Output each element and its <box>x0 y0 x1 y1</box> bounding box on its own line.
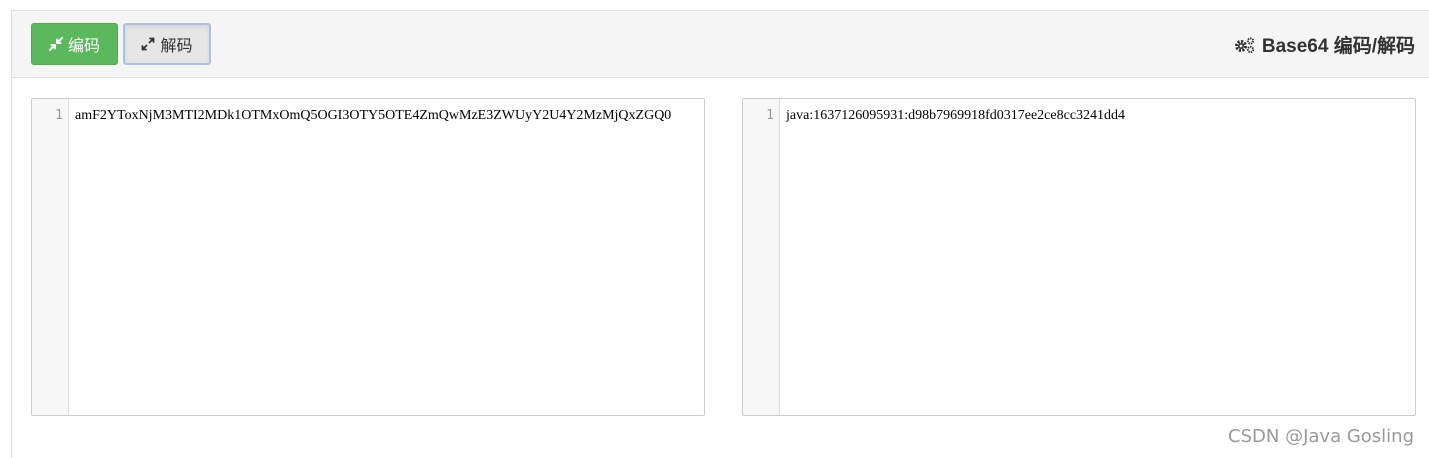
panel-heading: 编码 解码 Base64 编码/解码 <box>12 11 1429 78</box>
input-editor[interactable]: 1 amF2YToxNjM3MTI2MDk1OTMxOmQ5OGI3OTY5OT… <box>31 98 705 416</box>
line-gutter: 1 <box>32 99 69 415</box>
encode-button-label: 编码 <box>67 38 100 55</box>
watermark: CSDN @Java Gosling <box>1228 426 1414 447</box>
page-title: Base64 编码/解码 <box>1234 31 1415 58</box>
encode-button[interactable]: 编码 <box>31 23 118 65</box>
line-gutter: 1 <box>743 99 780 415</box>
output-editor[interactable]: 1 java:1637126095931:d98b7969918fd0317ee… <box>742 98 1416 416</box>
compress-icon <box>48 37 63 51</box>
line-number: 1 <box>766 108 774 123</box>
gears-icon <box>1234 36 1254 53</box>
base64-panel: 编码 解码 Base64 编码/解码 1 amF2YToxNjM3MTI2MDk… <box>11 10 1429 458</box>
output-code-line[interactable]: java:1637126095931:d98b7969918fd0317ee2c… <box>786 108 1409 124</box>
page-title-text: Base64 编码/解码 <box>1261 36 1415 57</box>
line-number: 1 <box>55 108 63 123</box>
expand-icon <box>142 37 155 51</box>
decode-button[interactable]: 解码 <box>123 23 211 65</box>
input-code-line[interactable]: amF2YToxNjM3MTI2MDk1OTMxOmQ5OGI3OTY5OTE4… <box>75 108 698 124</box>
decode-button-label: 解码 <box>160 38 193 55</box>
